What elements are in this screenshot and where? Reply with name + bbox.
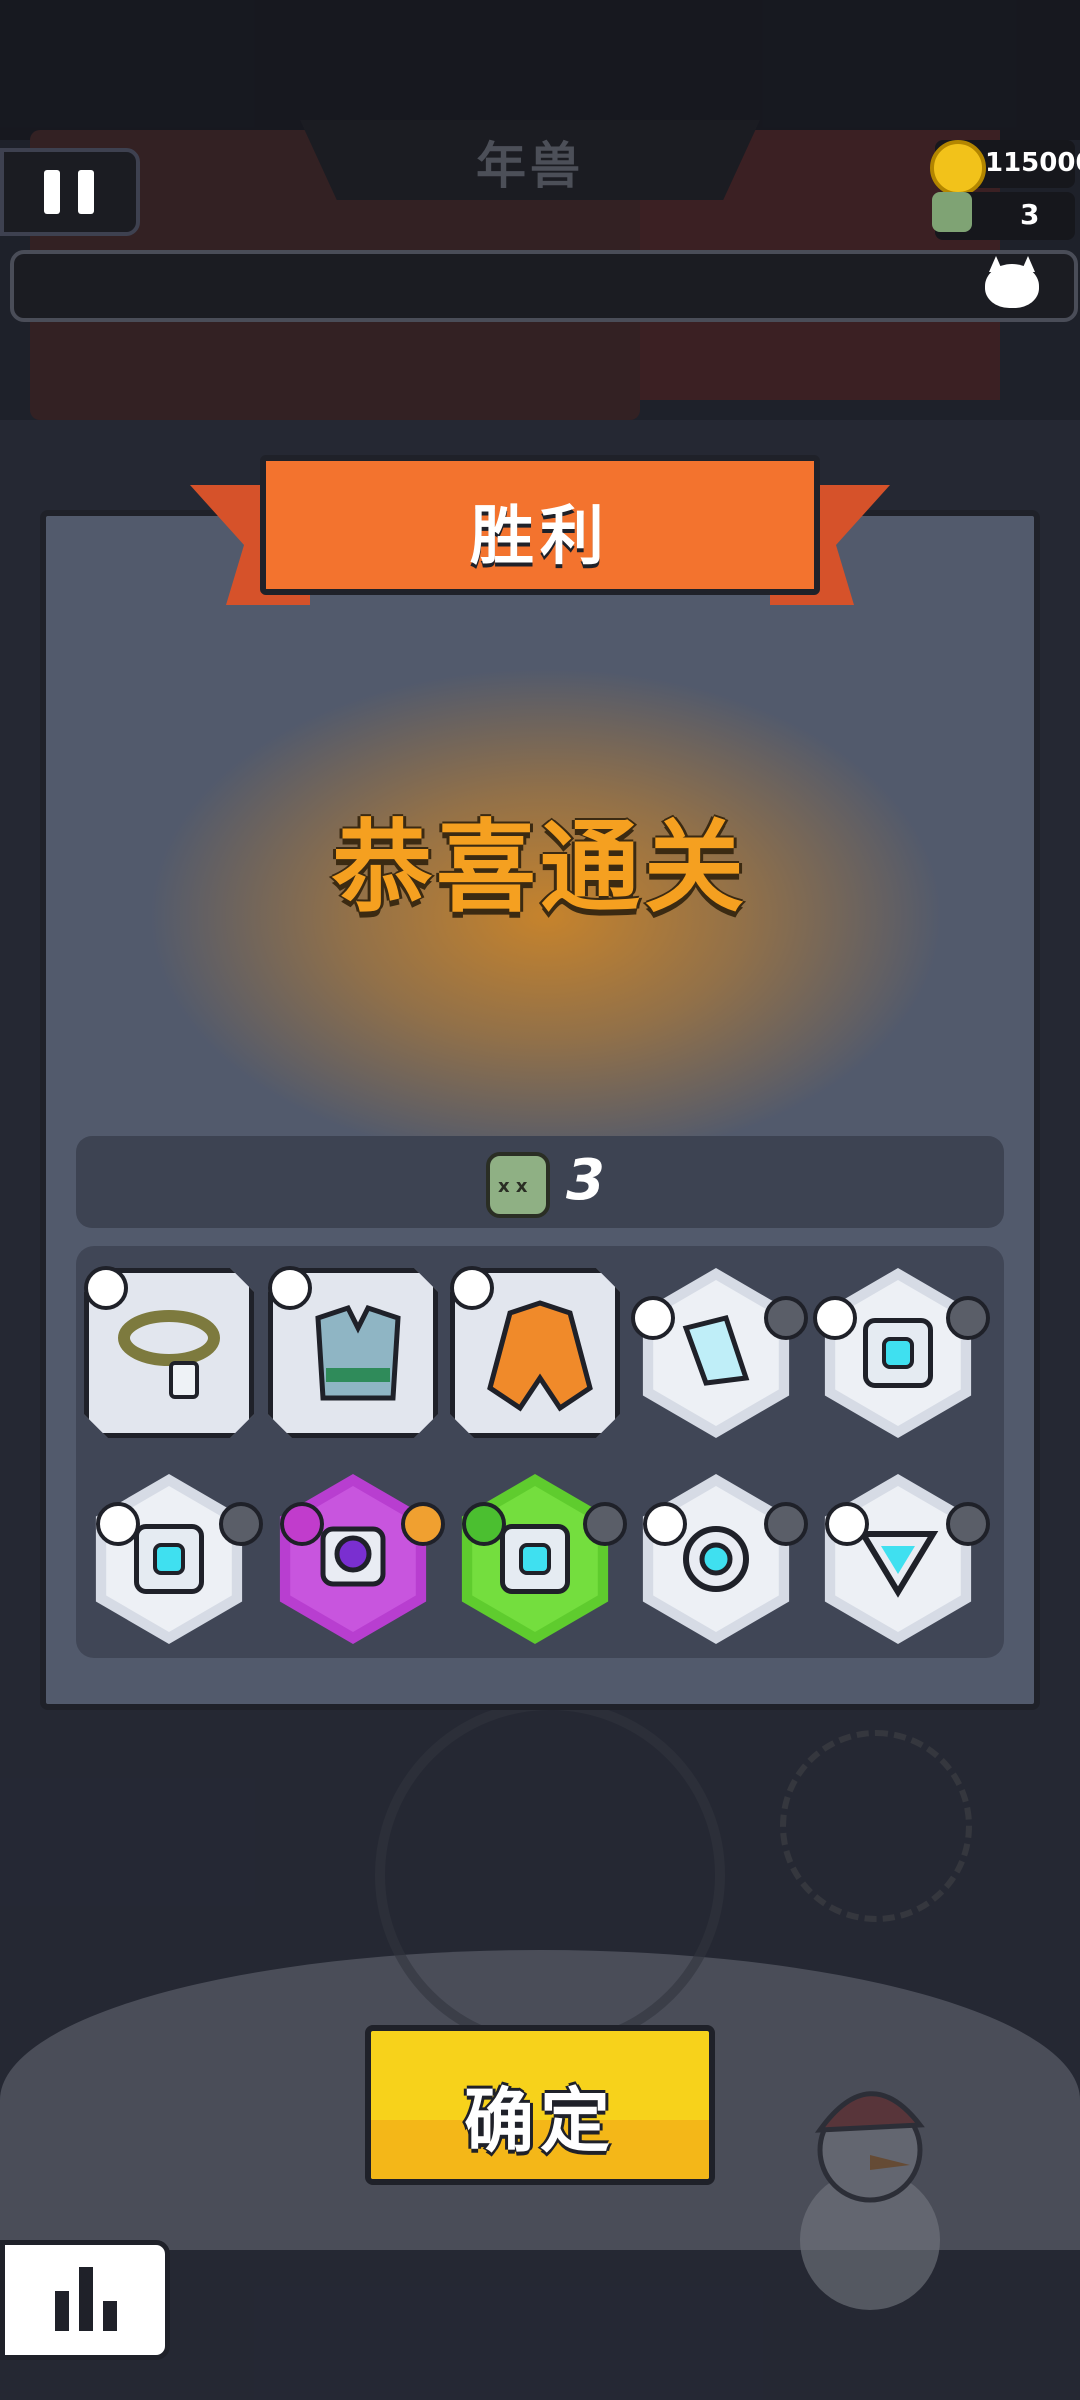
reward-module-green[interactable] bbox=[461, 1474, 609, 1644]
shield-icon bbox=[631, 1296, 675, 1340]
module-icon bbox=[134, 1524, 204, 1594]
shirt-icon bbox=[268, 1266, 312, 1310]
level-title: 年兽 bbox=[476, 137, 584, 195]
wing-icon bbox=[946, 1296, 990, 1340]
confirm-label: 确定 bbox=[464, 2080, 616, 2162]
coin-value: 115000 bbox=[985, 148, 1080, 178]
vest-icon bbox=[315, 1304, 401, 1401]
pause-icon bbox=[44, 170, 60, 214]
stats-button[interactable] bbox=[0, 2240, 170, 2360]
ball-icon bbox=[764, 1502, 808, 1546]
wing-icon bbox=[219, 1502, 263, 1546]
reward-grid bbox=[76, 1246, 1004, 1658]
boss-progress-bar bbox=[10, 250, 1078, 322]
reward-ring-core[interactable] bbox=[642, 1474, 790, 1644]
congrats-text: 恭喜通关 bbox=[332, 809, 748, 926]
boss-cat-icon bbox=[985, 264, 1039, 308]
reward-crystal-shard[interactable] bbox=[642, 1268, 790, 1438]
skull-icon bbox=[486, 1152, 550, 1218]
crystal-icon bbox=[682, 1315, 750, 1386]
stats-icon-bar bbox=[79, 2267, 93, 2331]
kill-value: 3 bbox=[1020, 198, 1040, 231]
fire-icon bbox=[401, 1502, 445, 1546]
ribbon-body: 胜利 bbox=[260, 455, 820, 595]
arrow-icon bbox=[643, 1502, 687, 1546]
title-tab: 年兽 bbox=[300, 120, 760, 200]
arrow-icon bbox=[825, 1502, 869, 1546]
reward-module-cyan-2[interactable] bbox=[95, 1474, 243, 1644]
shield-icon bbox=[96, 1502, 140, 1546]
shield-icon bbox=[813, 1296, 857, 1340]
necklace-slot-badge bbox=[84, 1266, 128, 1310]
kill-summary: 3 bbox=[76, 1136, 1004, 1228]
stats-icon bbox=[55, 2291, 69, 2331]
stats-icon-bar bbox=[103, 2301, 117, 2331]
top-bar: 年兽 bbox=[0, 120, 1080, 200]
shirt-icon bbox=[450, 1266, 494, 1310]
victory-panel: 恭喜通关 3 bbox=[40, 510, 1040, 1710]
victory-title: 胜利 bbox=[470, 500, 610, 574]
reward-triangle-core[interactable] bbox=[824, 1474, 972, 1644]
coin-icon bbox=[930, 140, 986, 196]
rocket-icon bbox=[764, 1296, 808, 1340]
pause-button[interactable] bbox=[0, 148, 140, 236]
wing-icon bbox=[583, 1502, 627, 1546]
skull-icon bbox=[932, 192, 972, 232]
reward-module-cyan[interactable] bbox=[824, 1268, 972, 1438]
jacket-icon bbox=[487, 1300, 593, 1412]
shield-icon bbox=[462, 1502, 506, 1546]
arrow-icon bbox=[280, 1502, 324, 1546]
rocket-icon bbox=[946, 1502, 990, 1546]
pause-icon-bar bbox=[78, 170, 94, 214]
necklace-icon bbox=[118, 1310, 220, 1399]
module-icon bbox=[863, 1318, 933, 1388]
kill-summary-value: 3 bbox=[566, 1148, 605, 1213]
module-icon bbox=[500, 1524, 570, 1594]
victory-ribbon: 胜利 bbox=[190, 455, 890, 615]
confirm-button[interactable]: 确定 bbox=[365, 2025, 715, 2185]
reward-module-purple[interactable] bbox=[279, 1474, 427, 1644]
